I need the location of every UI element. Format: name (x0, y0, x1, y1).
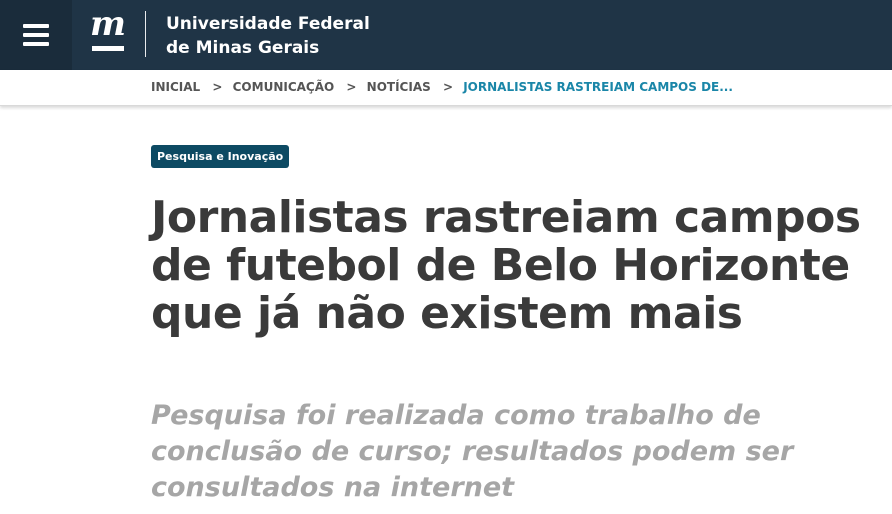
breadcrumb-item-inicial[interactable]: INICIAL (151, 80, 200, 94)
breadcrumb-item-comunicacao[interactable]: COMUNICAÇÃO (233, 80, 335, 94)
breadcrumb-separator: > (212, 80, 223, 94)
category-badge[interactable]: Pesquisa e Inovação (151, 145, 290, 168)
ufmg-logo[interactable]: m (88, 4, 128, 56)
site-header: m Universidade Federal de Minas Gerais (0, 0, 892, 70)
logo-underline (92, 46, 124, 51)
menu-button[interactable] (0, 0, 72, 70)
breadcrumb-separator: > (442, 80, 454, 94)
header-divider (145, 11, 146, 57)
breadcrumb-bar: INICIAL > COMUNICAÇÃO > NOTÍCIAS > JORNA… (0, 70, 892, 106)
article-title: Jornalistas rastreiam campos de futebol … (151, 192, 861, 339)
breadcrumb-separator: > (346, 80, 357, 94)
breadcrumb: INICIAL > COMUNICAÇÃO > NOTÍCIAS > JORNA… (151, 80, 733, 94)
article-subtitle: Pesquisa foi realizada como trabalho de … (151, 400, 794, 503)
logo-letter: m (90, 4, 126, 44)
university-name-line2: de Minas Gerais (166, 38, 320, 58)
university-name[interactable]: Universidade Federal de Minas Gerais (166, 12, 370, 60)
breadcrumb-current: JORNALISTAS RASTREIAM CAMPOS DE... (463, 80, 733, 94)
university-name-line1: Universidade Federal (166, 14, 370, 34)
hamburger-menu-icon (23, 24, 49, 28)
breadcrumb-item-noticias[interactable]: NOTÍCIAS (367, 80, 431, 94)
